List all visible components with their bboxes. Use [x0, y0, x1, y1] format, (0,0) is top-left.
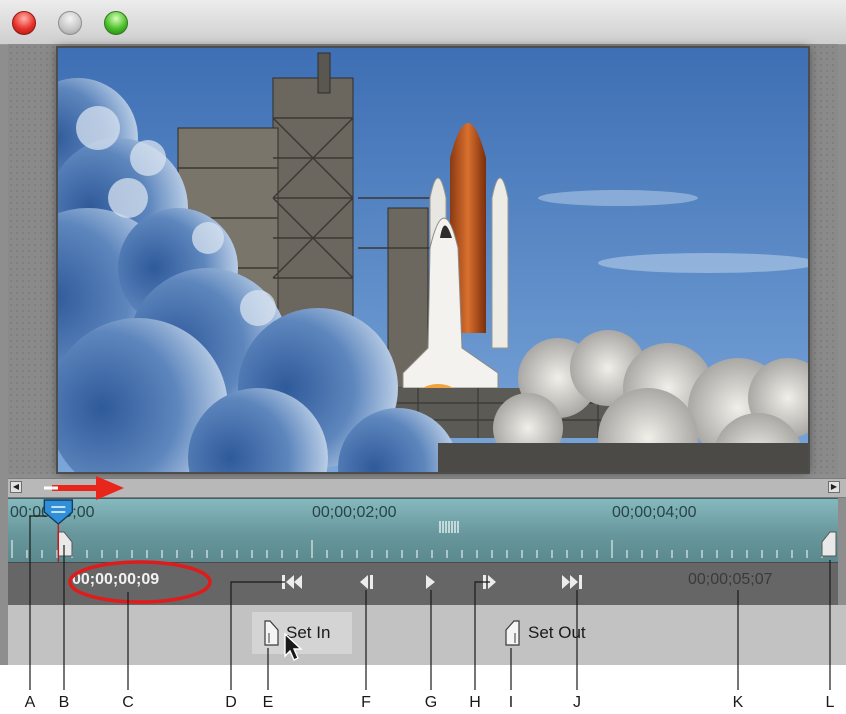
callout-label: L: [825, 694, 835, 711]
callout-lines: [29, 515, 831, 690]
callout-label: C: [122, 694, 134, 711]
callout-label: H: [469, 694, 481, 711]
callout-label: K: [732, 694, 744, 711]
callout-label: J: [573, 694, 581, 711]
callout-label: E: [262, 694, 274, 711]
callout-label: G: [424, 694, 438, 711]
callout-label: A: [24, 694, 36, 711]
callout-label: F: [361, 694, 371, 711]
callout-label: B: [58, 694, 70, 711]
callout-label: I: [508, 694, 514, 711]
callout-label: D: [225, 694, 237, 711]
